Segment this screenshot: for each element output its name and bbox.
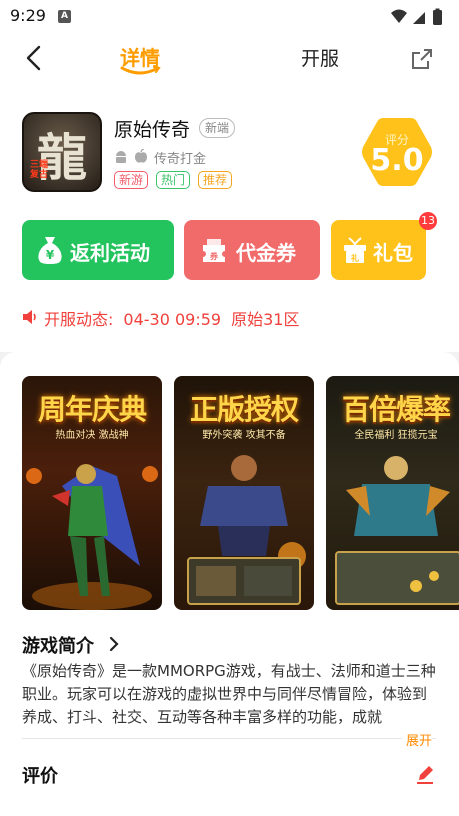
notice-prefix: 开服动态: bbox=[44, 310, 114, 329]
screenshot-title: 周年庆典 bbox=[37, 393, 147, 426]
status-time: 9:29 bbox=[10, 6, 46, 25]
tab-active-indicator bbox=[120, 66, 161, 75]
score-badge: 评分 5.0 bbox=[360, 115, 434, 189]
tag-hot: 热门 bbox=[156, 171, 191, 189]
speaker-icon bbox=[23, 310, 36, 324]
svg-text:¥: ¥ bbox=[46, 248, 55, 262]
money-bag-icon: ¥ bbox=[38, 237, 62, 264]
gift-button[interactable]: 礼 礼包 bbox=[331, 220, 426, 280]
system-status-icons bbox=[391, 8, 442, 25]
screenshot-title: 正版授权 bbox=[189, 393, 299, 426]
share-icon[interactable] bbox=[410, 47, 434, 71]
top-nav: 详情 开服 bbox=[0, 36, 459, 80]
screenshot-subtitle: 野外突袭 攻其不备 bbox=[202, 430, 286, 441]
game-name: 原始传奇 bbox=[114, 119, 191, 141]
rebate-button[interactable]: ¥ 返利活动 bbox=[22, 220, 174, 280]
screenshot-3[interactable]: 百倍爆率 全民福利 狂揽元宝 bbox=[326, 376, 459, 610]
divider bbox=[22, 738, 436, 739]
screenshot-subtitle: 热血对决 激战神 bbox=[55, 430, 129, 441]
review-title: 评价 bbox=[22, 766, 58, 787]
game-icon: 龍 三端复古 bbox=[22, 112, 102, 192]
svg-text:礼: 礼 bbox=[351, 253, 359, 263]
edit-pencil-icon[interactable] bbox=[415, 764, 435, 784]
armored-hero-illustration bbox=[187, 455, 306, 605]
screenshot-subtitle: 全民福利 狂揽元宝 bbox=[354, 430, 438, 441]
gift-icon: 礼 bbox=[344, 237, 366, 263]
gift-label: 礼包 bbox=[373, 241, 413, 265]
status-bar: 9:29 A bbox=[0, 0, 459, 32]
apple-icon bbox=[135, 149, 147, 163]
screenshot-1[interactable]: 周年庆典 热血对决 激战神 bbox=[22, 376, 162, 610]
screenshot-title: 百倍爆率 bbox=[341, 393, 451, 426]
game-badge: 新端 bbox=[199, 118, 236, 138]
voucher-label: 代金券 bbox=[236, 241, 296, 265]
android-icon bbox=[116, 151, 126, 163]
warrior-illustration bbox=[335, 456, 459, 605]
score-value: 5.0 bbox=[370, 143, 424, 178]
rebate-label: 返利活动 bbox=[70, 241, 150, 265]
svg-text:券: 券 bbox=[209, 251, 219, 261]
tab-server[interactable]: 开服 bbox=[290, 44, 350, 71]
expand-button[interactable]: 展开 bbox=[402, 730, 433, 749]
voucher-button[interactable]: 券 代金券 bbox=[184, 220, 320, 280]
chevron-right-icon[interactable] bbox=[108, 636, 120, 652]
screenshot-2[interactable]: 正版授权 野外突袭 攻其不备 bbox=[174, 376, 314, 610]
platform-row: 传奇打金 bbox=[114, 148, 254, 167]
tag-recommend: 推荐 bbox=[198, 171, 233, 189]
tag-new: 新游 bbox=[114, 171, 149, 189]
voucher-icon: 券 bbox=[203, 239, 225, 262]
notice-text: 开服动态: 04-30 09:59 原始31区 bbox=[44, 306, 309, 330]
chevron-left-icon[interactable] bbox=[22, 44, 46, 72]
intro-body: 《原始传奇》是一款MMORPG游戏，有战士、法师和道士三种职业。玩家可以在游戏的… bbox=[22, 662, 436, 726]
warrior-illustration bbox=[26, 464, 158, 610]
server-notice[interactable]: 开服动态: 04-30 09:59 原始31区 bbox=[22, 306, 442, 330]
notification-icon: A bbox=[58, 10, 71, 23]
intro-title[interactable]: 游戏简介 bbox=[22, 632, 94, 658]
notice-datetime: 04-30 09:59 bbox=[123, 310, 222, 329]
game-category: 传奇打金 bbox=[154, 152, 207, 167]
screenshot-gallery[interactable]: 周年庆典 热血对决 激战神 正版授权 野外突袭 攻其不备 百倍爆率 全民福利 狂… bbox=[22, 376, 459, 610]
gift-count-badge: 13 bbox=[419, 212, 437, 230]
game-icon-subtext: 三端复古 bbox=[30, 160, 49, 180]
notice-server: 原始31区 bbox=[231, 310, 300, 329]
